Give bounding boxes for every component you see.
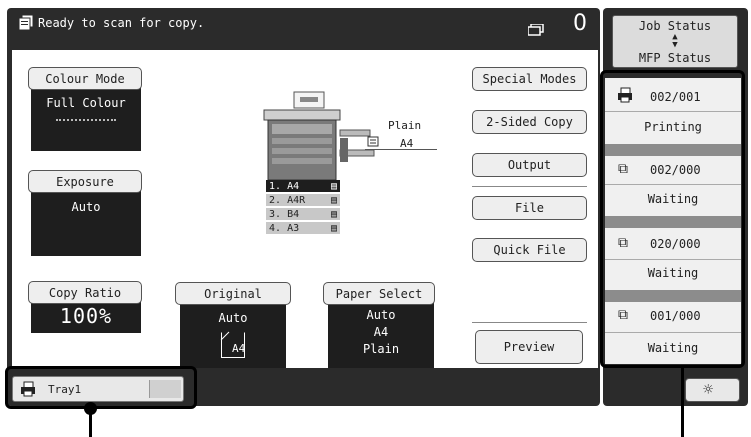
sun-icon: ☼ [703, 380, 714, 400]
tray-paper-icon: ▤ [330, 180, 337, 192]
tray-num: 2. [269, 194, 282, 206]
callout-frame-right [600, 70, 745, 368]
file-button[interactable]: File [472, 196, 587, 220]
special-modes-button[interactable]: Special Modes [472, 67, 587, 91]
tray-size: A4 [287, 180, 300, 192]
exposure-panel: Auto [31, 182, 141, 256]
copy-ratio-value: 100% [59, 304, 113, 328]
copy-icon [17, 14, 35, 35]
tray-paper-icon: ▤ [330, 194, 337, 206]
output-button[interactable]: Output [472, 153, 587, 177]
tray-row-4[interactable]: 4. A3 ▤ [266, 222, 340, 234]
updown-arrow-icon: ▲ ▼ [672, 32, 678, 50]
divider [472, 322, 587, 323]
divider [472, 186, 587, 187]
paper-select-value: Auto [366, 308, 396, 322]
colour-dots [56, 119, 116, 121]
callout-dot-left [84, 402, 97, 415]
tray-paper-icon: ▤ [330, 222, 337, 234]
tray-num: 4. [269, 222, 282, 234]
tray-num: 1. [269, 180, 282, 192]
callout-line-right [681, 368, 684, 437]
preview-button[interactable]: Preview [475, 330, 583, 364]
output-type: Plain [388, 119, 422, 132]
job-status-label: Job Status [638, 19, 712, 33]
original-value: Auto [218, 311, 248, 325]
brightness-button[interactable]: ☼ [685, 378, 740, 402]
copy-ratio-button[interactable]: Copy Ratio [28, 281, 142, 304]
tray-row-3[interactable]: 3. B4 ▤ [266, 208, 340, 220]
tray-row-1[interactable]: 1. A4 ▤ [266, 180, 340, 192]
paper-select-type: Plain [362, 342, 400, 356]
callout-frame-left [5, 366, 197, 409]
quick-file-button[interactable]: Quick File [472, 238, 587, 262]
colour-mode-value: Full Colour [46, 96, 126, 110]
job-queue-icon [527, 23, 544, 39]
original-page-icon: A4 [220, 331, 246, 358]
paper-select-button[interactable]: Paper Select [323, 282, 435, 305]
mfp-status-label: MFP Status [638, 51, 712, 65]
tray-row-2[interactable]: 2. A4R ▤ [266, 194, 340, 206]
exposure-button[interactable]: Exposure [28, 170, 142, 193]
job-status-button[interactable]: Job Status ▲ ▼ MFP Status [612, 15, 738, 68]
tray-num: 3. [269, 208, 282, 220]
copy-count: 0 [573, 11, 587, 36]
tray-size: B4 [287, 208, 300, 220]
original-button[interactable]: Original [175, 282, 291, 305]
output-tray-icon [367, 136, 379, 150]
paper-select-size: A4 [373, 325, 389, 339]
colour-mode-button[interactable]: Colour Mode [28, 67, 142, 90]
tray-size: A3 [287, 222, 300, 234]
tray-paper-icon: ▤ [330, 208, 337, 220]
paper-select-panel: Auto A4 Plain [328, 294, 434, 368]
tray-size: A4R [287, 194, 306, 206]
status-message: Ready to scan for copy. [38, 16, 205, 30]
exposure-value: Auto [71, 200, 101, 214]
original-size: A4 [232, 342, 246, 355]
two-sided-copy-button[interactable]: 2-Sided Copy [472, 110, 587, 134]
output-line [365, 149, 437, 150]
